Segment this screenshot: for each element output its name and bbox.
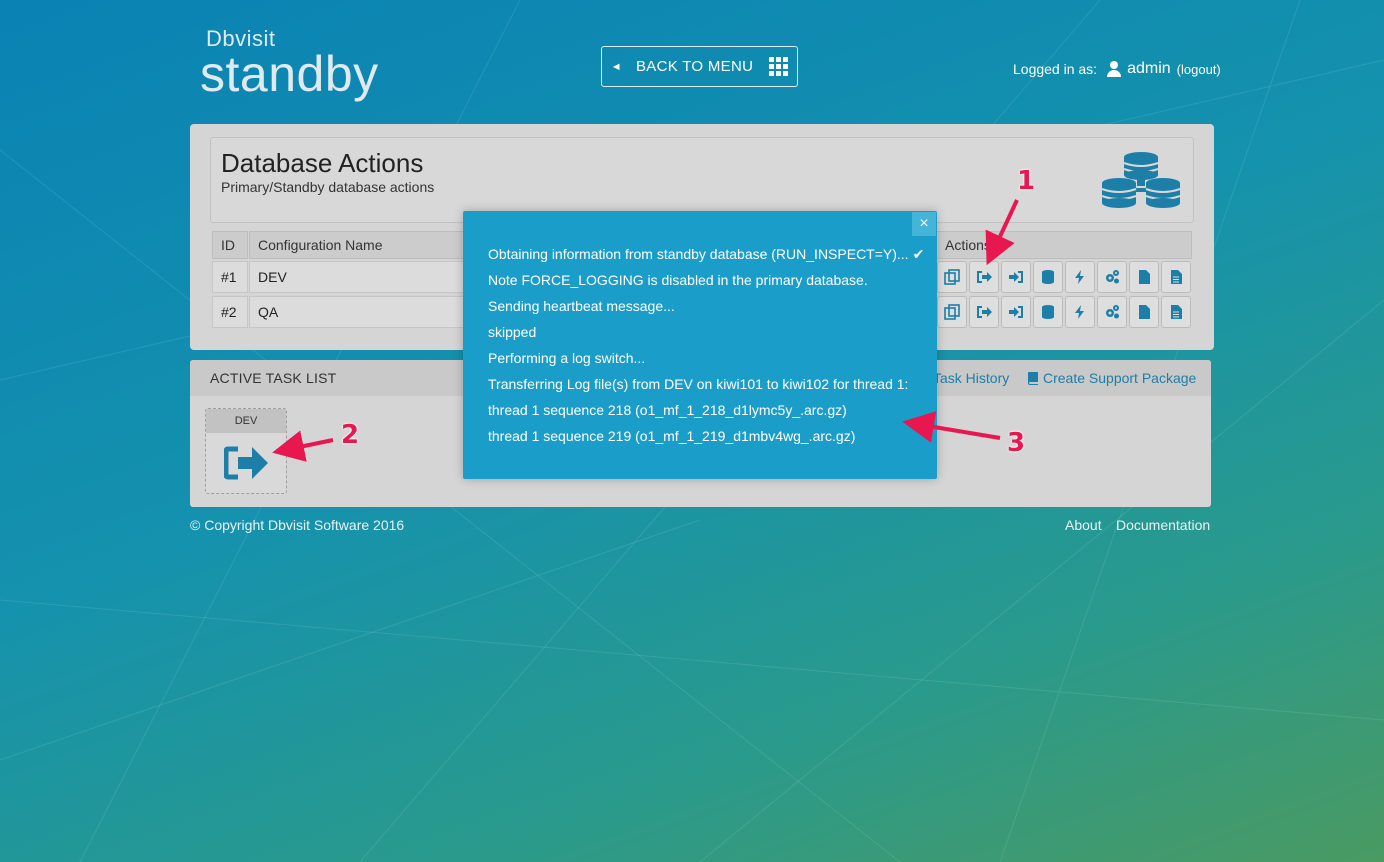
log-line: Performing a log switch... xyxy=(488,350,646,366)
row-2-lightning-button[interactable] xyxy=(1065,296,1095,328)
copy-icon xyxy=(944,269,960,285)
log-line: skipped xyxy=(488,324,537,340)
page-subtitle: Primary/Standby database actions xyxy=(221,179,435,195)
row-1-copy-button[interactable] xyxy=(937,261,967,293)
column-header-id: ID xyxy=(212,231,248,259)
row-2-apply-log-button[interactable] xyxy=(1001,296,1031,328)
log-line: Transferring Log file(s) from DEV on kiw… xyxy=(488,376,909,392)
column-header-configuration-name: Configuration Name xyxy=(249,231,469,259)
lightning-icon xyxy=(1075,305,1084,319)
user-icon xyxy=(1107,61,1122,77)
check-icon: ✔ xyxy=(912,246,925,262)
dbvisit-logo: Dbvisit standby xyxy=(200,26,379,102)
log-line: Obtaining information from standby datab… xyxy=(488,241,928,267)
log-line: thread 1 sequence 218 (o1_mf_1_218_d1lym… xyxy=(488,402,847,418)
copy-icon xyxy=(944,304,960,320)
log-ship-icon xyxy=(977,271,992,283)
row-1-file-text-button[interactable] xyxy=(1161,261,1191,293)
row-2-file-text-button[interactable] xyxy=(1161,296,1191,328)
log-line: Sending heartbeat message... xyxy=(488,298,675,314)
database-cluster-icon xyxy=(1101,152,1181,208)
row-1-id: #1 xyxy=(212,261,248,293)
annotation-2: 2 xyxy=(341,420,360,450)
task-card-label: DEV xyxy=(206,409,286,433)
gears-icon xyxy=(1106,270,1119,284)
task-card-dev[interactable]: DEV xyxy=(205,408,287,494)
row-1-file-button[interactable] xyxy=(1129,261,1159,293)
annotation-1: 1 xyxy=(1017,166,1036,196)
log-line: thread 1 sequence 219 (o1_mf_1_219_d1mbv… xyxy=(488,428,856,444)
page-title: Database Actions xyxy=(221,148,424,178)
back-to-menu-label: BACK TO MENU xyxy=(635,58,754,75)
task-list-title: ACTIVE TASK LIST xyxy=(210,370,337,386)
column-header-actions: Actions xyxy=(936,231,1192,259)
gears-icon xyxy=(1106,305,1119,319)
row-1-database-button[interactable] xyxy=(1033,261,1063,293)
row-1-lightning-button[interactable] xyxy=(1065,261,1095,293)
row-2-copy-button[interactable] xyxy=(937,296,967,328)
row-2-id: #2 xyxy=(212,296,248,328)
support-package-label: Create Support Package xyxy=(1043,370,1197,386)
row-2-log-ship-button[interactable] xyxy=(969,296,999,328)
close-icon[interactable]: × xyxy=(912,212,936,236)
copyright-text: © Copyright Dbvisit Software 2016 xyxy=(190,517,405,533)
row-1-gears-button[interactable] xyxy=(1097,261,1127,293)
grid-menu-icon xyxy=(769,57,789,76)
login-info: Logged in as: admin (logout) xyxy=(1013,60,1221,78)
file-icon xyxy=(1139,305,1150,319)
row-1-name[interactable]: DEV xyxy=(249,261,469,293)
log-ship-icon xyxy=(977,306,992,318)
row-1-log-ship-button[interactable] xyxy=(969,261,999,293)
progress-modal: × Obtaining information from standby dat… xyxy=(463,211,937,479)
row-2-database-button[interactable] xyxy=(1033,296,1063,328)
logged-in-label: Logged in as: xyxy=(1013,61,1098,77)
about-link[interactable]: About xyxy=(1065,517,1102,533)
logout-link[interactable]: (logout) xyxy=(1177,62,1221,77)
log-line: Note FORCE_LOGGING is disabled in the pr… xyxy=(488,272,868,288)
support-package-link[interactable]: Create Support Package xyxy=(1027,370,1196,386)
log-transfer-icon xyxy=(224,446,268,480)
documentation-link[interactable]: Documentation xyxy=(1116,517,1210,533)
row-1-apply-log-button[interactable] xyxy=(1001,261,1031,293)
row-2-gears-button[interactable] xyxy=(1097,296,1127,328)
database-icon xyxy=(1042,305,1054,319)
back-triangle-icon: ◄ xyxy=(610,60,622,73)
book-icon xyxy=(1028,372,1038,385)
task-history-link[interactable]: Task History xyxy=(933,370,1009,386)
lightning-icon xyxy=(1075,270,1084,284)
apply-log-icon xyxy=(1009,271,1023,283)
database-icon xyxy=(1042,270,1054,284)
row-2-name[interactable]: QA xyxy=(249,296,469,328)
file-icon xyxy=(1139,270,1150,284)
file-text-icon xyxy=(1171,270,1182,284)
username: admin xyxy=(1127,60,1171,77)
row-2-file-button[interactable] xyxy=(1129,296,1159,328)
apply-log-icon xyxy=(1009,306,1023,318)
logo-bottom-text: standby xyxy=(200,46,379,102)
back-to-menu-button[interactable]: ◄ BACK TO MENU xyxy=(601,46,798,87)
modal-log-lines: Obtaining information from standby datab… xyxy=(488,241,928,449)
annotation-3: 3 xyxy=(1007,428,1026,458)
file-text-icon xyxy=(1171,305,1182,319)
